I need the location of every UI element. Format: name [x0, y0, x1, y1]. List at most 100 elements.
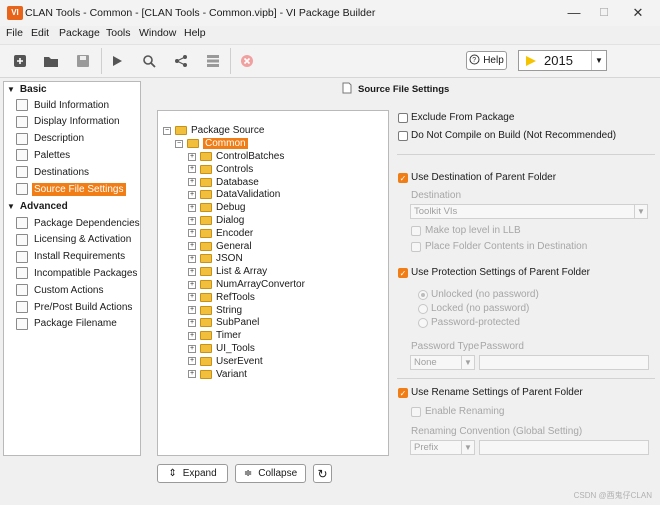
expand-node-icon[interactable]: +	[188, 254, 196, 263]
tree-item[interactable]: + DataValidation	[188, 188, 280, 201]
group-basic[interactable]: ▼ Basic	[7, 84, 47, 95]
sidebar-item[interactable]: Display Information	[16, 115, 122, 129]
sidebar-item[interactable]: Build Information	[16, 98, 111, 112]
menu-tools[interactable]: Tools	[106, 27, 131, 39]
no-compile-checkbox[interactable]	[398, 131, 408, 141]
share-icon[interactable]	[171, 52, 191, 70]
expand-node-icon[interactable]: +	[188, 216, 196, 225]
prefix-field[interactable]	[479, 440, 649, 455]
menu-edit[interactable]: Edit	[31, 27, 49, 39]
expand-node-icon[interactable]: +	[188, 242, 196, 251]
minimize-button[interactable]: —	[560, 4, 588, 22]
expand-node-icon[interactable]: +	[188, 178, 196, 187]
document-icon	[342, 82, 352, 97]
expand-node-icon[interactable]: +	[188, 165, 196, 174]
tree-item[interactable]: + NumArrayConvertor	[188, 278, 305, 291]
sidebar-item[interactable]: Package Filename	[16, 317, 119, 331]
build-icon[interactable]	[107, 52, 127, 70]
collapse-button[interactable]: ≑ Collapse	[235, 464, 306, 483]
password-protected-radio[interactable]	[418, 318, 428, 328]
password-field[interactable]	[479, 355, 649, 370]
sidebar-item[interactable]: Custom Actions	[16, 283, 105, 297]
maximize-button[interactable]: ☐	[590, 4, 618, 22]
tree-item[interactable]: + Debug	[188, 201, 245, 214]
sidebar-item[interactable]: Incompatible Packages	[16, 266, 139, 280]
use-destination-checkbox[interactable]: ✓	[398, 173, 408, 183]
make-top-checkbox[interactable]	[411, 226, 421, 236]
save-icon[interactable]	[73, 52, 93, 70]
sidebar-item[interactable]: Source File Settings	[16, 182, 126, 196]
sidebar-item-label: Palettes	[34, 149, 71, 161]
tree-item-label: String	[216, 304, 243, 316]
group-advanced[interactable]: ▼ Advanced	[7, 201, 68, 212]
tree-item-selected[interactable]: − Common	[175, 137, 248, 150]
open-icon[interactable]	[41, 52, 61, 70]
sidebar-item[interactable]: Description	[16, 132, 86, 146]
sidebar-item[interactable]: Destinations	[16, 165, 91, 179]
use-rename-checkbox[interactable]: ✓	[398, 388, 408, 398]
tree-item[interactable]: + UI_Tools	[188, 342, 255, 355]
expand-node-icon[interactable]: +	[188, 229, 196, 238]
close-button[interactable]: ✕	[624, 4, 652, 22]
sidebar-item[interactable]: Palettes	[16, 148, 72, 162]
sidebar-item[interactable]: Package Dependencies	[16, 216, 142, 230]
tree-root[interactable]: − Package Source	[163, 124, 264, 137]
tree-item[interactable]: + Controls	[188, 163, 253, 176]
exclude-checkbox[interactable]	[398, 113, 408, 123]
expand-node-icon[interactable]: +	[188, 280, 196, 289]
expand-node-icon[interactable]: +	[188, 152, 196, 161]
sidebar-item-label: Pre/Post Build Actions	[34, 301, 133, 313]
expand-node-icon[interactable]: +	[188, 331, 196, 340]
unlocked-radio[interactable]	[418, 290, 428, 300]
tree-item[interactable]: + Variant	[188, 368, 247, 381]
destination-select[interactable]: Toolkit VIs ▼	[410, 204, 648, 219]
password-type-select[interactable]: None ▼	[410, 355, 475, 370]
expand-node-icon[interactable]: +	[188, 370, 196, 379]
tree-item[interactable]: + SubPanel	[188, 316, 259, 329]
menu-window[interactable]: Window	[139, 27, 176, 39]
menu-package[interactable]: Package	[59, 27, 100, 39]
locked-radio[interactable]	[418, 304, 428, 314]
labview-version-select[interactable]: 2015 ▼	[518, 50, 607, 71]
menu-file[interactable]: File	[6, 27, 23, 39]
tree-item[interactable]: + General	[188, 240, 252, 253]
find-icon[interactable]	[139, 52, 159, 70]
stop-icon[interactable]	[237, 52, 257, 70]
expand-node-icon[interactable]: +	[188, 306, 196, 315]
new-icon[interactable]	[10, 52, 30, 70]
expand-node-icon[interactable]: +	[188, 357, 196, 366]
tree-item[interactable]: + UserEvent	[188, 355, 263, 368]
tree-item[interactable]: + JSON	[188, 252, 243, 265]
tree-item[interactable]: + Database	[188, 176, 259, 189]
help-button[interactable]: ? Help	[466, 51, 507, 70]
tree-item[interactable]: + Encoder	[188, 227, 253, 240]
menu-help[interactable]: Help	[184, 27, 206, 39]
use-rename-label: Use Rename Settings of Parent Folder	[411, 387, 583, 398]
list-icon[interactable]	[203, 52, 223, 70]
collapse-node-icon[interactable]: −	[163, 126, 171, 135]
sidebar-item[interactable]: Pre/Post Build Actions	[16, 300, 134, 314]
expand-button[interactable]: ⇕ Expand	[157, 464, 228, 483]
custom-action-icon	[16, 284, 28, 297]
sidebar-item[interactable]: Licensing & Activation	[16, 233, 133, 247]
tree-item[interactable]: + Timer	[188, 329, 241, 342]
tree-item[interactable]: + Dialog	[188, 214, 244, 227]
use-protection-checkbox[interactable]: ✓	[398, 268, 408, 278]
tree-item[interactable]: + List & Array	[188, 265, 267, 278]
refresh-button[interactable]: ↻	[313, 464, 332, 483]
expand-node-icon[interactable]: +	[188, 293, 196, 302]
expand-node-icon[interactable]: +	[188, 190, 196, 199]
tree-item[interactable]: + RefTools	[188, 291, 255, 304]
collapse-node-icon[interactable]: −	[175, 139, 183, 148]
expand-node-icon[interactable]: +	[188, 344, 196, 353]
expand-node-icon[interactable]: +	[188, 318, 196, 327]
sidebar-item[interactable]: Install Requirements	[16, 250, 127, 264]
place-folder-checkbox[interactable]	[411, 242, 421, 252]
prefix-select[interactable]: Prefix ▼	[410, 440, 475, 455]
enable-renaming-checkbox[interactable]	[411, 407, 421, 417]
tree-item[interactable]: + String	[188, 304, 242, 317]
expand-node-icon[interactable]: +	[188, 267, 196, 276]
make-top-label: Make top level in LLB	[425, 225, 521, 236]
tree-item[interactable]: + ControlBatches	[188, 150, 284, 163]
expand-node-icon[interactable]: +	[188, 203, 196, 212]
